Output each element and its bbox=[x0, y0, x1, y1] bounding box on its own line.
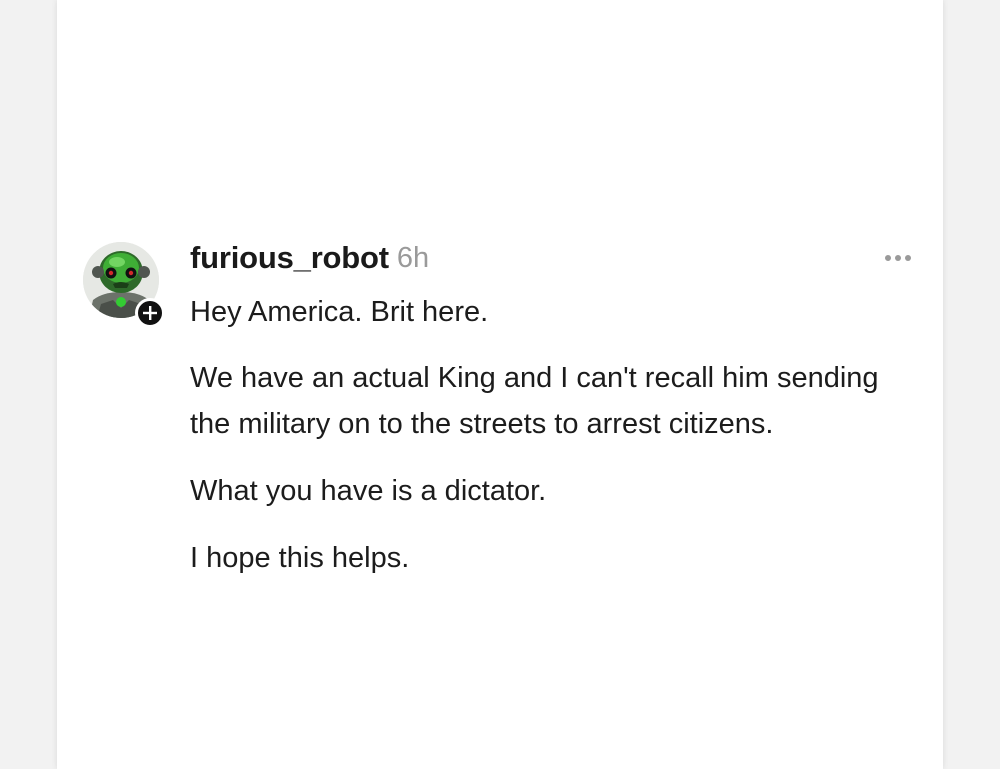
post-timestamp: 6h bbox=[396, 241, 430, 274]
post-content: furious_robot 6h Hey America. Brit here.… bbox=[190, 238, 911, 581]
more-options-button[interactable] bbox=[878, 244, 918, 272]
post-text-paragraph: We have an actual King and I can't recal… bbox=[190, 362, 879, 440]
follow-button[interactable] bbox=[135, 298, 165, 328]
avatar-container[interactable] bbox=[83, 242, 165, 328]
post-text-paragraph: Hey America. Brit here. bbox=[190, 296, 489, 328]
plus-icon bbox=[143, 306, 157, 320]
username-link[interactable]: furious_robot bbox=[190, 240, 389, 276]
post-card: furious_robot 6h Hey America. Brit here.… bbox=[57, 0, 943, 769]
ellipsis-icon bbox=[885, 255, 911, 261]
post-text-paragraph: What you have is a dictator. bbox=[190, 475, 547, 507]
post-header: furious_robot 6h bbox=[190, 238, 910, 278]
post-text-paragraph: I hope this helps. bbox=[190, 542, 410, 574]
